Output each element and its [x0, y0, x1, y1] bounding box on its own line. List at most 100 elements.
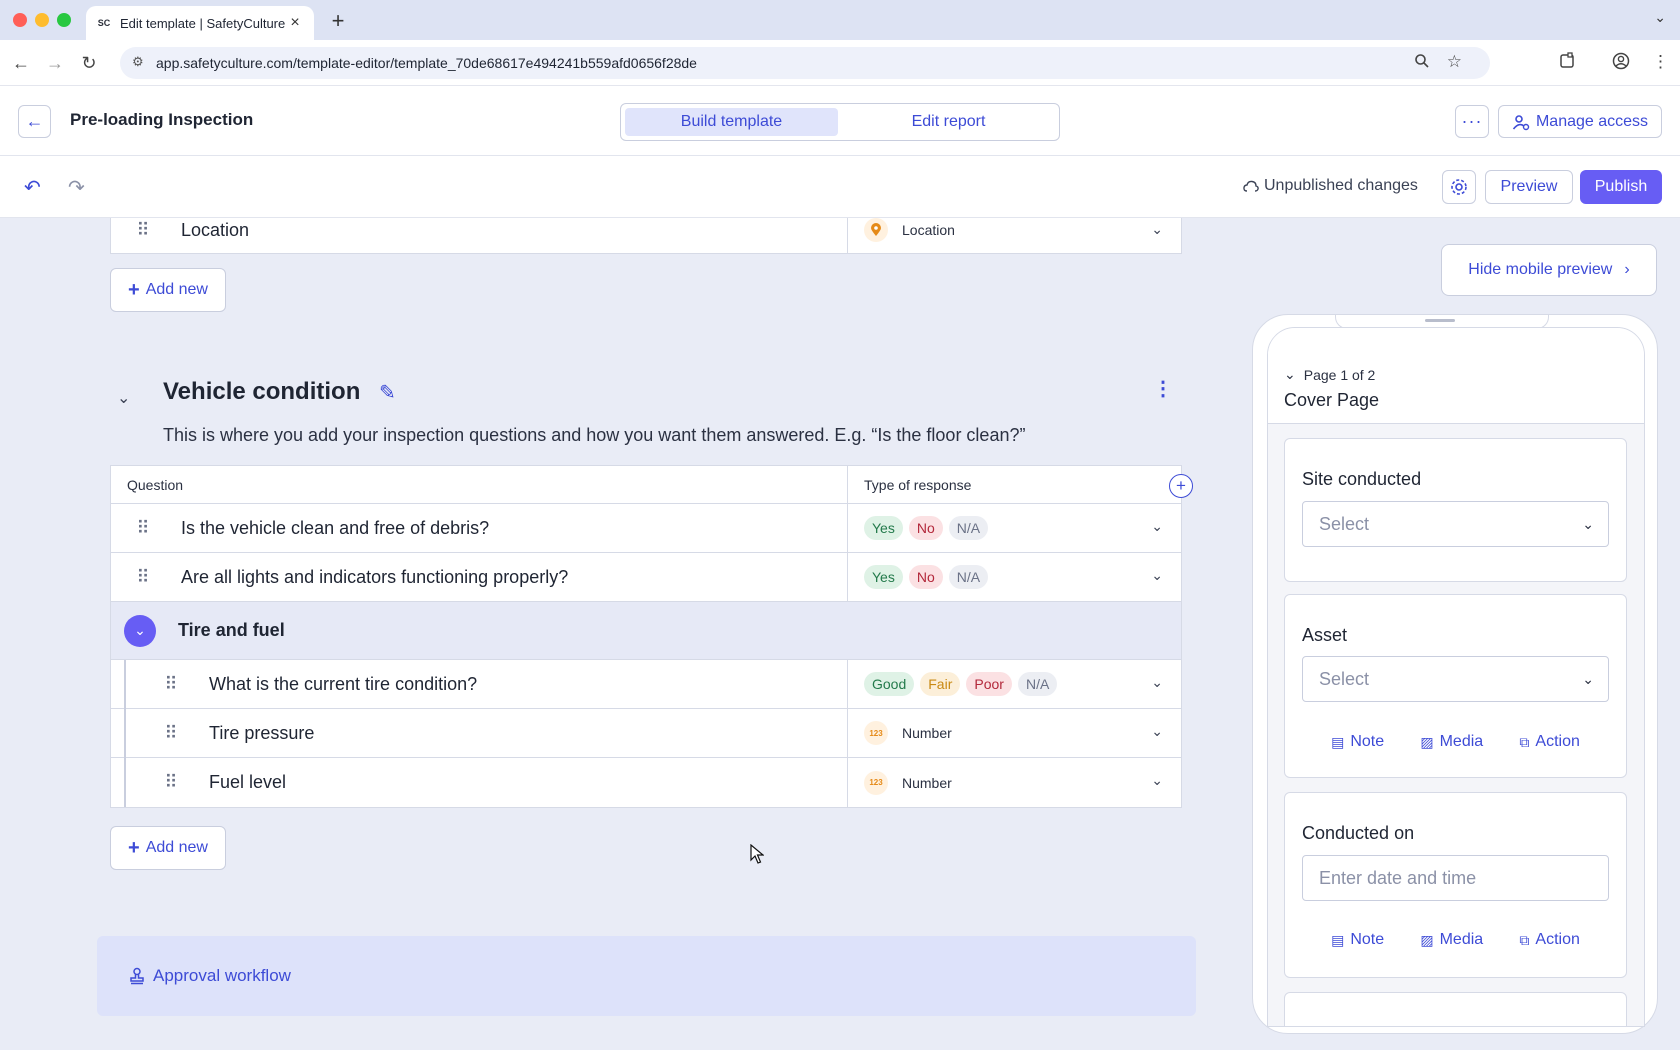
response-pill: N/A	[948, 565, 989, 589]
action-icon: ⧉	[1519, 733, 1530, 750]
bookmark-star-icon[interactable]: ☆	[1447, 52, 1462, 72]
chevron-down-icon[interactable]: ⌄	[1151, 518, 1163, 535]
extensions-icon[interactable]	[1558, 52, 1576, 75]
table-row[interactable]: ⠿ Is the vehicle clean and free of debri…	[111, 504, 1181, 553]
chevron-down-icon: ⌄	[1284, 366, 1296, 382]
redo-icon[interactable]: ↷	[68, 175, 85, 200]
maximize-window-button[interactable]	[57, 13, 71, 27]
note-button[interactable]: ▤ Note	[1331, 733, 1384, 751]
add-column-plus-icon[interactable]: +	[1169, 474, 1193, 498]
question-text[interactable]: Are all lights and indicators functionin…	[181, 567, 568, 588]
tab-list-chevron-icon[interactable]: ⌄	[1654, 9, 1666, 26]
drag-handle-icon[interactable]: ⠿	[153, 675, 187, 693]
add-new-button[interactable]: + Add new	[110, 268, 226, 312]
question-group-row[interactable]: ⌄ Tire and fuel	[111, 602, 1181, 660]
back-arrow-icon[interactable]: ←	[8, 50, 34, 76]
tab-build-template[interactable]: Build template	[625, 108, 838, 136]
minimize-window-button[interactable]	[35, 13, 49, 27]
date-time-input[interactable]: Enter date and time	[1302, 855, 1609, 901]
section-title[interactable]: Vehicle condition	[163, 378, 360, 406]
chevron-down-icon[interactable]: ⌄	[1151, 674, 1163, 691]
media-label: Media	[1439, 733, 1484, 750]
number-icon: 123	[864, 721, 888, 745]
drag-handle-icon[interactable]: ⠿	[125, 221, 159, 239]
back-button[interactable]: ←	[18, 105, 51, 138]
response-pill: Good	[864, 672, 915, 696]
question-text[interactable]: Is the vehicle clean and free of debris?	[181, 518, 489, 539]
table-row[interactable]: ⠿ Are all lights and indicators function…	[111, 553, 1181, 602]
phone-speaker	[1425, 319, 1455, 322]
media-button[interactable]: ▨ Media	[1420, 733, 1483, 751]
site-settings-icon[interactable]: ⚙	[132, 54, 150, 72]
new-tab-icon[interactable]: +	[326, 8, 350, 34]
close-window-button[interactable]	[13, 13, 27, 27]
page-indicator-text: Page 1 of 2	[1303, 366, 1376, 383]
chevron-down-icon[interactable]: ⌄	[1151, 567, 1163, 584]
zoom-icon[interactable]	[1414, 53, 1430, 74]
table-row[interactable]: ⠿ Location Location ⌄	[111, 218, 1181, 253]
action-button[interactable]: ⧉ Action	[1519, 733, 1579, 751]
response-pill: Fair	[920, 672, 961, 696]
forward-arrow-icon[interactable]: →	[42, 50, 68, 76]
manage-access-button[interactable]: Manage access	[1498, 105, 1662, 138]
response-type-label: Number	[902, 774, 952, 791]
table-row[interactable]: ⠿ Fuel level 123 Number ⌄	[111, 758, 1181, 807]
address-bar: ← → ↻ ⚙ app.safetyculture.com/template-e…	[0, 40, 1680, 86]
drag-handle-icon[interactable]: ⠿	[125, 519, 159, 537]
chevron-down-icon[interactable]: ⌄	[1151, 772, 1163, 789]
media-button[interactable]: ▨ Media	[1420, 931, 1483, 949]
reload-icon[interactable]: ↻	[76, 50, 102, 76]
site-select[interactable]: Select ⌄	[1302, 501, 1609, 547]
browser-menu-icon[interactable]: ⋮	[1652, 52, 1669, 72]
group-title[interactable]: Tire and fuel	[178, 620, 285, 641]
response-pill: No	[908, 516, 943, 540]
column-header-response: Type of response	[864, 476, 972, 493]
drag-handle-icon[interactable]: ⠿	[153, 773, 187, 791]
approval-workflow-button[interactable]: Approval workflow	[97, 936, 1196, 1016]
field-label: Conducted on	[1302, 823, 1415, 843]
settings-button[interactable]	[1442, 170, 1476, 204]
asset-select[interactable]: Select ⌄	[1302, 656, 1609, 702]
publish-button[interactable]: Publish	[1580, 170, 1662, 204]
preview-button[interactable]: Preview	[1485, 170, 1573, 204]
question-text[interactable]: What is the current tire condition?	[209, 674, 477, 695]
action-icon: ⧉	[1519, 931, 1530, 948]
page-indicator[interactable]: ⌄ Page 1 of 2	[1284, 366, 1375, 383]
question-text[interactable]: Location	[181, 220, 249, 241]
more-options-button[interactable]: ···	[1455, 105, 1489, 138]
table-row[interactable]: ⠿ Tire pressure 123 Number ⌄	[111, 709, 1181, 758]
table-row[interactable]: ⠿ What is the current tire condition? Go…	[111, 660, 1181, 709]
url-field[interactable]: ⚙ app.safetyculture.com/template-editor/…	[120, 47, 1490, 79]
browser-tab[interactable]: SC Edit template | SafetyCulture ×	[86, 6, 314, 40]
url-text: app.safetyculture.com/template-editor/te…	[156, 55, 697, 71]
chevron-down-icon[interactable]: ⌄	[1151, 221, 1163, 238]
hide-mobile-preview-button[interactable]: Hide mobile preview ›	[1441, 244, 1657, 296]
action-button[interactable]: ⧉ Action	[1519, 931, 1579, 949]
chevron-down-icon[interactable]: ⌄	[1151, 723, 1163, 740]
response-pill: N/A	[1017, 672, 1058, 696]
question-text[interactable]: Fuel level	[209, 772, 286, 793]
note-button[interactable]: ▤ Note	[1331, 931, 1384, 949]
section-options-icon[interactable]: ⋮	[1153, 376, 1173, 401]
mouse-cursor-icon	[750, 844, 764, 864]
app-header: ← Pre-loading Inspection Build template …	[0, 86, 1680, 156]
mobile-field-card: Asset Select ⌄ ▤ Note ▨ Media ⧉ Action	[1284, 594, 1627, 778]
section-description[interactable]: This is where you add your inspection qu…	[163, 425, 1025, 446]
profile-icon[interactable]	[1612, 52, 1630, 75]
group-collapse-chevron-icon[interactable]: ⌄	[124, 614, 156, 647]
tab-edit-report[interactable]: Edit report	[842, 108, 1055, 136]
collapse-section-chevron-icon[interactable]: ⌄	[117, 388, 130, 408]
add-new-label: Add new	[145, 281, 208, 298]
pencil-edit-icon[interactable]: ✎	[379, 380, 396, 405]
question-table: Question Type of response + ⠿ Is the veh…	[110, 465, 1193, 808]
undo-icon[interactable]: ↶	[24, 175, 41, 200]
drag-handle-icon[interactable]: ⠿	[153, 724, 187, 742]
drag-handle-icon[interactable]: ⠿	[125, 568, 159, 586]
close-tab-icon[interactable]: ×	[286, 14, 304, 32]
add-new-button[interactable]: + Add new	[110, 826, 226, 870]
select-placeholder: Select	[1319, 513, 1370, 534]
stamp-icon	[130, 967, 144, 985]
mobile-field-card: Site conducted Select ⌄	[1284, 438, 1627, 582]
question-text[interactable]: Tire pressure	[209, 723, 314, 744]
mobile-page-header: ⌄ Page 1 of 2 Cover Page	[1268, 328, 1644, 424]
